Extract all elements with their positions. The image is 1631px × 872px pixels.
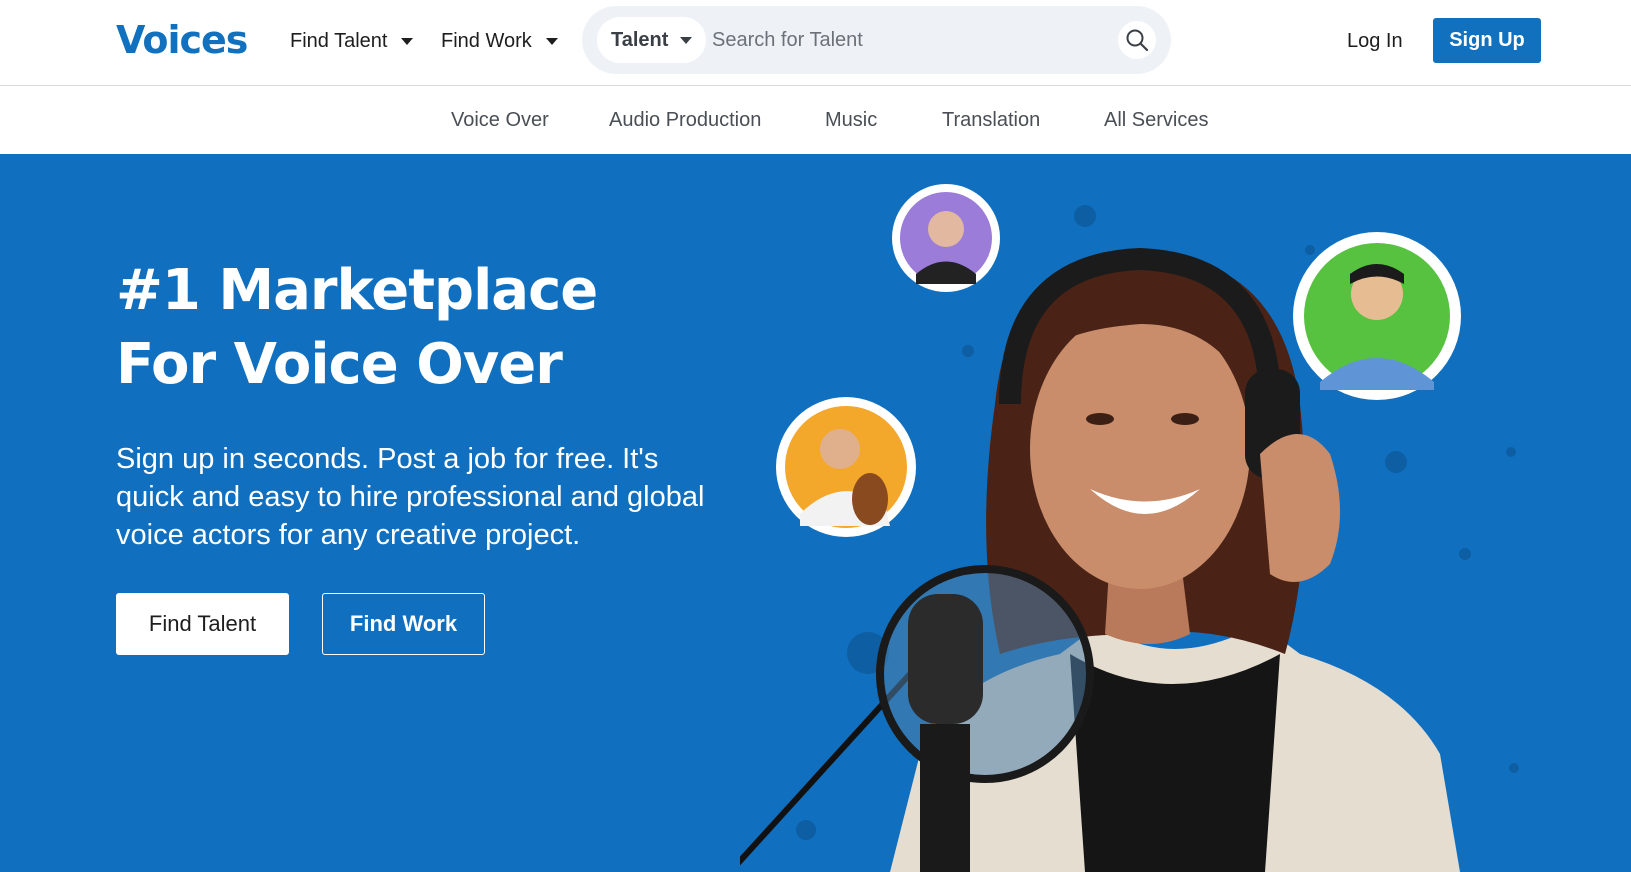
caret-down-icon xyxy=(401,37,414,45)
hero-title-line-1: #1 Marketplace xyxy=(116,258,598,323)
search-input[interactable] xyxy=(710,20,1090,60)
search-type-label: Talent xyxy=(611,28,669,51)
top-header: Voices Find Talent Find Work Talent Log … xyxy=(0,0,1631,86)
mic-stand xyxy=(920,724,970,872)
nav-find-work-dropdown[interactable]: Find Work xyxy=(441,26,558,56)
subnav-voice-over[interactable]: Voice Over xyxy=(451,106,549,134)
search-bar: Talent xyxy=(582,6,1171,74)
services-nav: Voice Over Audio Production Music Transl… xyxy=(0,86,1631,154)
subnav-translation[interactable]: Translation xyxy=(942,106,1040,134)
caret-down-icon xyxy=(545,37,558,45)
woman-eye-left xyxy=(1086,413,1114,425)
caret-down-icon xyxy=(680,36,693,44)
woman-top xyxy=(1070,654,1280,872)
talent-avatar-2 xyxy=(776,397,916,537)
microphone xyxy=(908,594,983,724)
woman-face xyxy=(1030,309,1250,589)
woman-hand xyxy=(1260,434,1340,582)
nav-find-talent-dropdown[interactable]: Find Talent xyxy=(290,26,414,56)
signup-button[interactable]: Sign Up xyxy=(1433,18,1541,63)
hero-title: #1 Marketplace For Voice Over xyxy=(116,254,598,402)
subnav-all-services[interactable]: All Services xyxy=(1104,106,1208,134)
find-work-button[interactable]: Find Work xyxy=(322,593,485,655)
hero-subtitle: Sign up in seconds. Post a job for free.… xyxy=(116,443,705,551)
hero-title-line-2: For Voice Over xyxy=(116,332,563,397)
hero-illustration xyxy=(740,184,1519,872)
subnav-music[interactable]: Music xyxy=(825,106,877,134)
talent-avatar-1 xyxy=(892,184,1000,292)
nav-find-work-label: Find Work xyxy=(441,29,532,52)
search-type-dropdown[interactable]: Talent xyxy=(597,17,707,63)
search-icon xyxy=(1126,29,1149,52)
subnav-audio-production[interactable]: Audio Production xyxy=(609,106,761,134)
search-button[interactable] xyxy=(1118,21,1156,59)
talent-avatar-3 xyxy=(1293,232,1461,400)
voices-logo[interactable]: Voices xyxy=(116,16,248,64)
hero-section: #1 Marketplace For Voice Over Sign up in… xyxy=(0,154,1631,872)
nav-find-talent-label: Find Talent xyxy=(290,29,388,52)
find-talent-button[interactable]: Find Talent xyxy=(116,593,289,655)
woman-eye-right xyxy=(1171,413,1199,425)
login-link[interactable]: Log In xyxy=(1347,26,1403,56)
